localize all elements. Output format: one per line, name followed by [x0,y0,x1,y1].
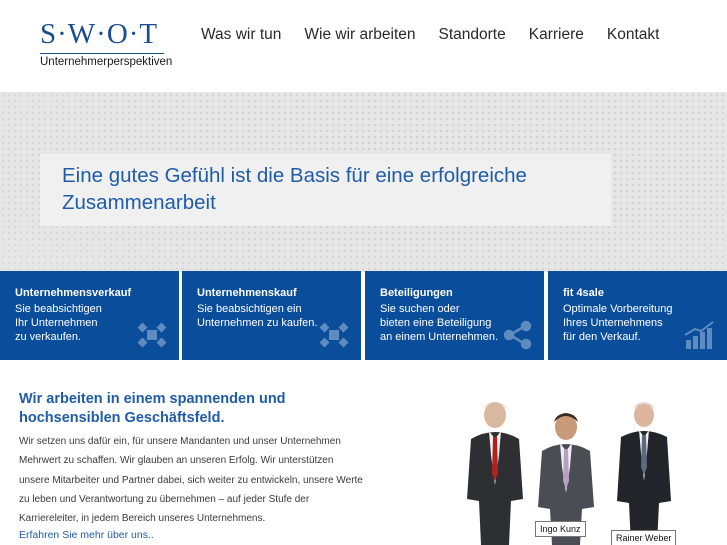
about-body: Wir setzen uns dafür ein, für unsere Man… [19,436,363,525]
tile-text: Sie beabsichtigen ein Unternehmen zu kau… [197,303,318,329]
nav-item-standorte[interactable]: Standorte [439,26,506,44]
about-section: Wir arbeiten in einem spannenden und hoc… [19,390,379,541]
tile-text: Sie beabsichtigen Ihr Unternehmen zu ver… [15,303,102,343]
name-tag-rainer-weber: Rainer Weber [611,530,677,545]
team-photo: Ingo Kunz Rainer Weber [455,388,727,545]
logo-tagline: Unternehmerperspektiven [40,56,173,68]
logo-divider [40,53,164,54]
tile-beteiligungen[interactable]: Beteiligungen Sie suchen oder bieten ein… [365,271,544,360]
about-heading: Wir arbeiten in einem spannenden und hoc… [19,391,286,426]
tile-title: fit 4sale [563,287,604,299]
nav-item-kontakt[interactable]: Kontakt [607,26,660,44]
name-tag-ingo-kunz: Ingo Kunz [535,521,586,537]
tile-title: Unternehmensverkauf [15,287,132,299]
hero-headline: Eine gutes Gefühl ist die Basis für eine… [62,164,527,214]
nav-item-karriere[interactable]: Karriere [529,26,584,44]
tile-title: Unternehmenskauf [197,287,297,299]
tile-text: Optimale Vorbereitung Ihres Unternehmens… [563,303,673,343]
team-member-photo [617,402,671,545]
tile-title: Beteiligungen [380,287,453,299]
logo-wordmark: S·W·O·T [40,18,159,50]
nav-item-was-wir-tun[interactable]: Was wir tun [201,26,281,44]
service-tiles: Unternehmensverkauf Sie beabsichtigen Ih… [0,271,727,360]
bar-chart-icon [684,321,714,349]
tile-fit-4sale[interactable]: fit 4sale Optimale Vorbereitung Ihres Un… [548,271,727,360]
about-more-link[interactable]: Erfahren Sie mehr über uns.. [19,529,379,541]
swot-logo[interactable]: S·W·O·T Unternehmerperspektiven [40,18,172,72]
main-nav: Was wir tun Wie wir arbeiten Standorte K… [201,26,659,44]
team-member-photo [467,402,523,545]
network-icon [319,322,349,348]
nav-item-wie-wir-arbeiten[interactable]: Wie wir arbeiten [304,26,415,44]
hero-banner: Eine gutes Gefühl ist die Basis für eine… [0,92,727,272]
tile-unternehmensverkauf[interactable]: Unternehmensverkauf Sie beabsichtigen Ih… [0,271,179,360]
share-icon [503,320,532,350]
network-icon [137,322,167,348]
tile-text: Sie suchen oder bieten eine Beteiligung … [380,303,499,343]
tile-unternehmenskauf[interactable]: Unternehmenskauf Sie beabsichtigen ein U… [182,271,361,360]
hero-textbox: Eine gutes Gefühl ist die Basis für eine… [40,154,611,226]
site-header: S·W·O·T Unternehmerperspektiven Was wir … [0,0,727,92]
